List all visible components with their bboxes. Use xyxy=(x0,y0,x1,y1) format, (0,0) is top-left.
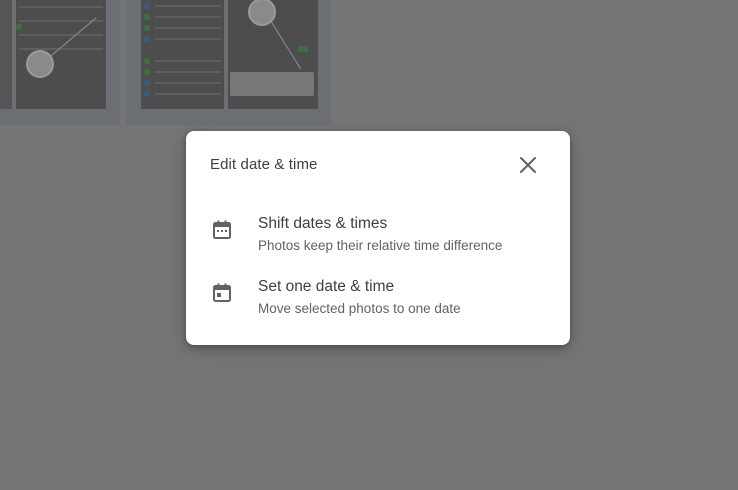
option-description: Photos keep their relative time differen… xyxy=(258,238,503,253)
photo-thumbnail xyxy=(0,0,120,125)
photos-page: Edit date & time Shift dates & times Pho… xyxy=(0,0,738,490)
screenshot-preview xyxy=(228,0,318,109)
option-label: Set one date & time xyxy=(258,278,395,295)
option-label: Shift dates & times xyxy=(258,215,388,232)
calendar-event-icon xyxy=(213,283,231,302)
screenshot-preview xyxy=(141,0,224,109)
screenshot-preview xyxy=(0,0,12,109)
calendar-icon xyxy=(213,220,231,239)
set-one-date-time-option[interactable]: Set one date & time Move selected photos… xyxy=(186,276,570,330)
close-button[interactable] xyxy=(514,151,542,179)
shift-dates-times-option[interactable]: Shift dates & times Photos keep their re… xyxy=(186,213,570,267)
option-description: Move selected photos to one date xyxy=(258,301,461,316)
screenshot-preview xyxy=(16,0,106,109)
edit-date-time-dialog: Edit date & time Shift dates & times Pho… xyxy=(186,131,570,345)
close-icon xyxy=(520,157,536,173)
dialog-title: Edit date & time xyxy=(210,156,318,173)
photo-thumbnail xyxy=(126,0,331,125)
